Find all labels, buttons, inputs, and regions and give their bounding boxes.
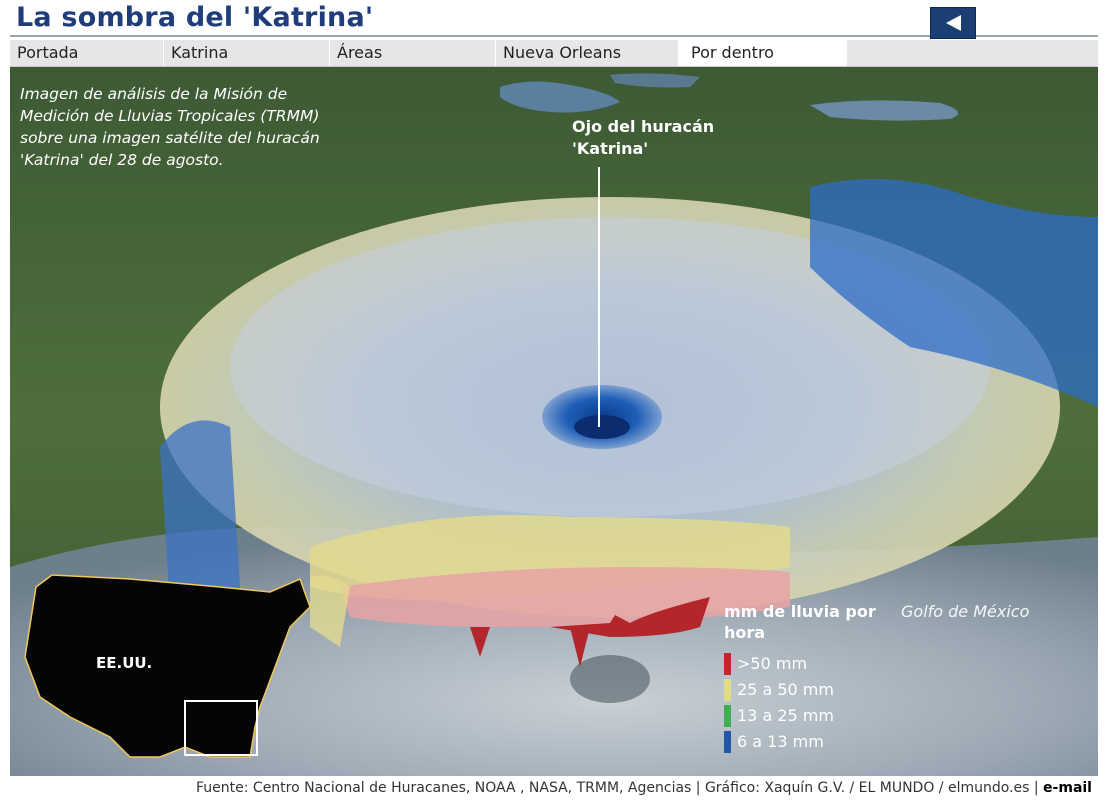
page-title: La sombra del 'Katrina' xyxy=(16,2,374,33)
satellite-rainfall-image xyxy=(10,67,1098,776)
gulf-of-mexico-label: Golfo de México xyxy=(901,602,1030,621)
tab-por-dentro[interactable]: Por dentro xyxy=(678,40,847,66)
legend-swatch-green xyxy=(724,705,731,727)
section-nav: Portada Katrina Áreas Nueva Orleans Por … xyxy=(10,40,1098,67)
hurricane-3d-graphic: Imagen de análisis de la Misión de Medic… xyxy=(10,67,1098,776)
back-button[interactable] xyxy=(930,7,976,39)
email-link[interactable]: e-mail xyxy=(1043,780,1092,796)
legend-swatch-red xyxy=(724,653,731,675)
legend-swatch-yellow xyxy=(724,679,731,701)
legend-label: >50 mm xyxy=(737,654,808,673)
tab-nueva-orleans[interactable]: Nueva Orleans xyxy=(495,40,678,66)
tab-areas[interactable]: Áreas xyxy=(329,40,495,66)
legend-label: 13 a 25 mm xyxy=(737,706,834,725)
legend-label: 6 a 13 mm xyxy=(737,732,824,751)
back-arrow-icon xyxy=(946,15,961,31)
credits-text: Fuente: Centro Nacional de Huracanes, NO… xyxy=(196,780,1044,796)
image-caption: Imagen de análisis de la Misión de Medic… xyxy=(20,85,320,169)
legend-title: mm de lluvia por hora xyxy=(724,602,876,642)
usa-map-label: EE.UU. xyxy=(96,654,153,672)
hurricane-eye-label: Ojo del huracán 'Katrina' xyxy=(572,117,715,158)
credits-footer: Fuente: Centro Nacional de Huracanes, NO… xyxy=(196,780,1092,796)
tab-portada[interactable]: Portada xyxy=(10,40,163,66)
tab-katrina[interactable]: Katrina xyxy=(163,40,329,66)
legend-swatch-blue xyxy=(724,731,731,753)
legend-label: 25 a 50 mm xyxy=(737,680,834,699)
